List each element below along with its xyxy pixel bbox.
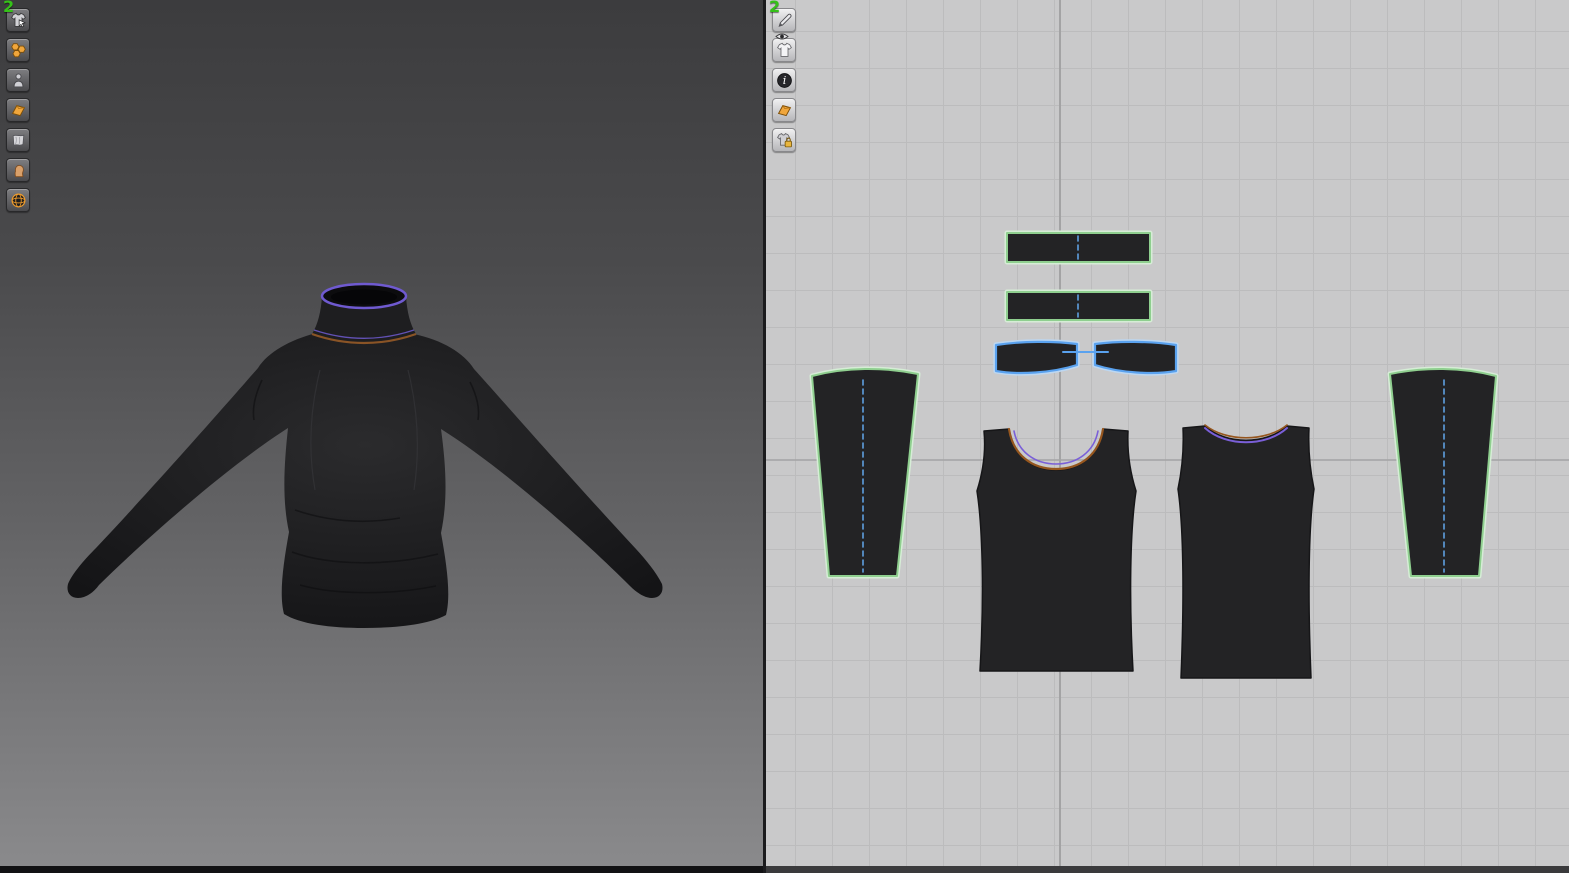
mannequin-button[interactable] [6,68,30,92]
cloth-drape-icon [12,134,24,146]
cloth-drape-button[interactable] [6,128,30,152]
bottom-bar-left [0,866,763,873]
fabric-swatch-icon [777,104,791,116]
fabric-swatch-icon [11,104,25,116]
pattern-piece-front-bodice[interactable] [976,428,1137,672]
pattern-piece-collar-right[interactable] [1093,340,1178,375]
garment-white-button[interactable] [772,38,796,62]
globe-icon [11,193,25,207]
toolbar-3d [6,8,30,212]
pattern-piece-collar-left[interactable] [994,340,1079,375]
eye-icon[interactable] [775,32,789,41]
hexagon-cluster-button[interactable] [6,38,30,62]
garment-3d-body [67,333,663,628]
garment-3d-collar-opening [331,289,397,305]
pattern-piece-back-bodice[interactable] [1177,425,1315,679]
garment-3d [67,282,663,628]
garment-lock-button[interactable] [772,128,796,152]
info-glyph: i [782,74,786,87]
pattern-canvas[interactable] [766,0,1569,866]
viewport-3d[interactable]: 2 [0,0,763,866]
garment-lock-icon [776,132,792,147]
info-icon: i [776,72,792,88]
toolbar-2d: i [772,8,796,152]
fabric-swatch-button[interactable] [6,98,30,122]
viewport-3d-label: 2 [3,0,15,16]
garment-white-icon [776,42,792,57]
globe-button[interactable] [6,188,30,212]
bottom-bar-right [766,866,1569,873]
garment-design-workspace: 2 2 i [0,0,1569,873]
pattern-pieces-layer [809,230,1499,679]
head-avatar-icon [14,164,24,177]
fabric-swatch-2d-button[interactable] [772,98,796,122]
viewport-2d[interactable]: 2 i [766,0,1569,866]
hexagon-cluster-icon [10,42,26,57]
mannequin-icon [13,72,23,87]
info-button[interactable]: i [772,68,796,92]
viewport-2d-label: 2 [769,0,781,16]
head-avatar-button[interactable] [6,158,30,182]
